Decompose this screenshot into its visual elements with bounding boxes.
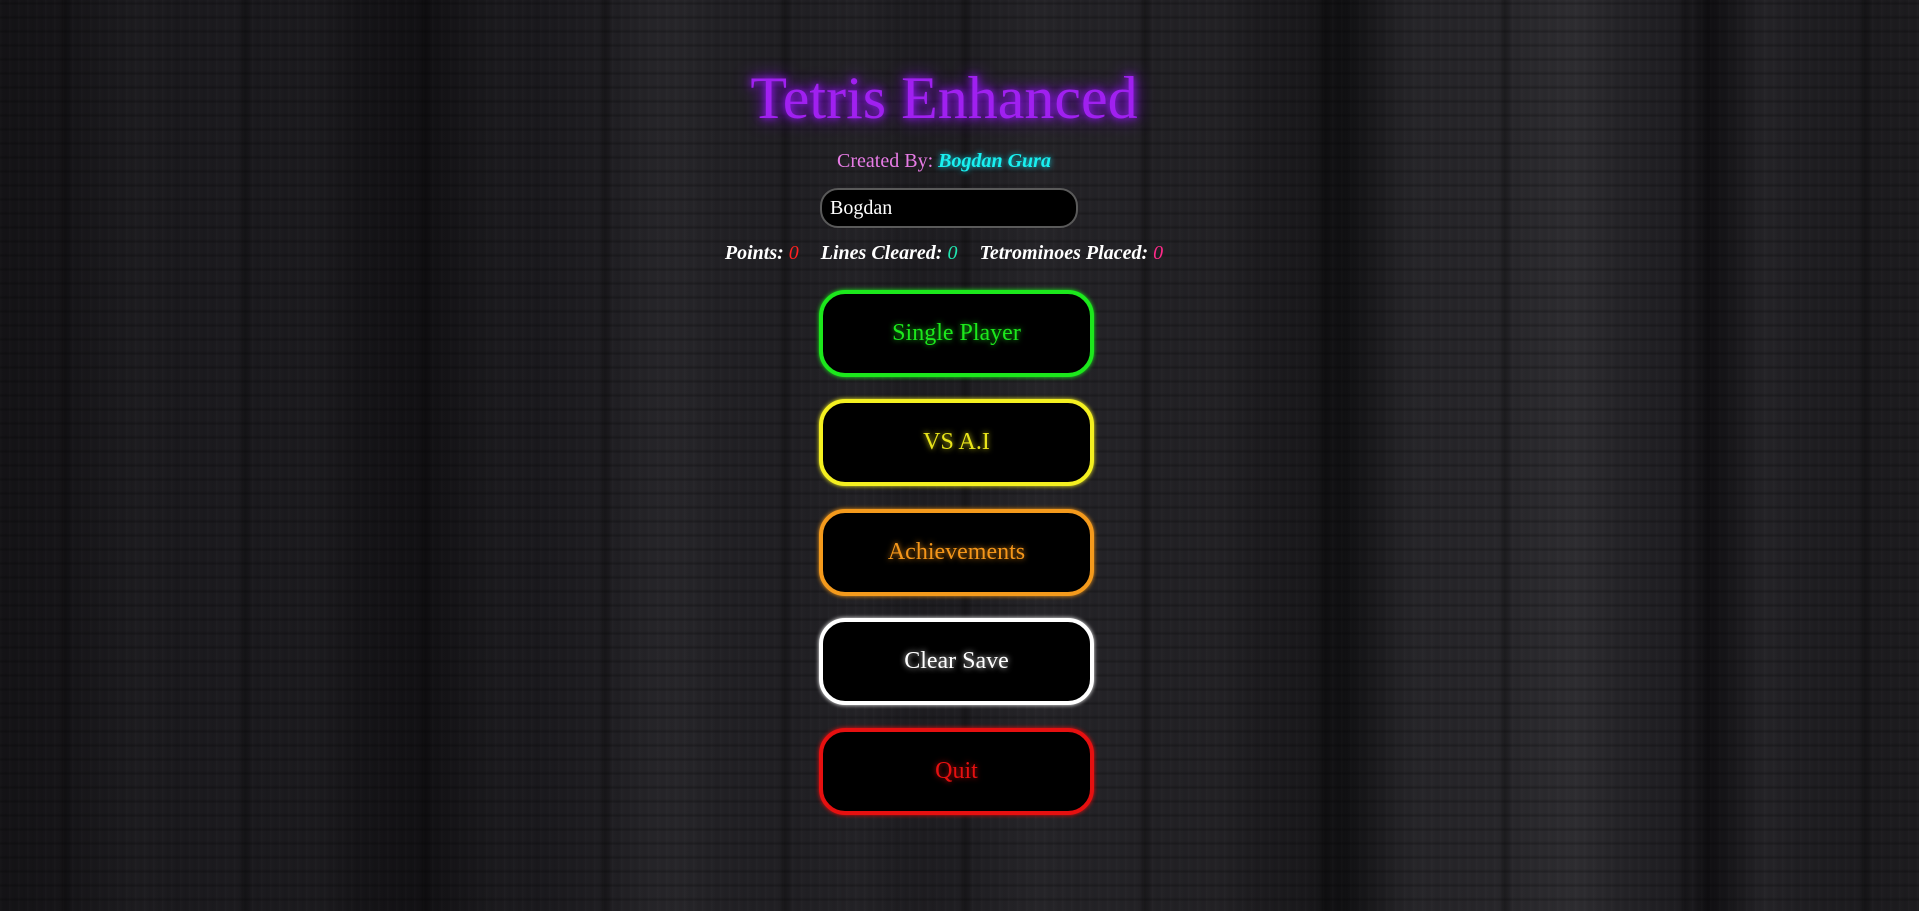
vs-ai-button[interactable]: VS A.I [819, 399, 1094, 486]
credit-label: Created By: [837, 150, 934, 172]
quit-button[interactable]: Quit [819, 728, 1094, 815]
credit-author: Bogdan Gura [938, 150, 1051, 172]
single-player-button[interactable]: Single Player [819, 290, 1094, 377]
points-label: Points: [724, 242, 784, 264]
lines-cleared-label: Lines Cleared: [820, 242, 943, 264]
tetrominoes-placed-label: Tetrominoes Placed: [979, 242, 1149, 264]
player-name-input[interactable] [820, 188, 1078, 228]
achievements-button[interactable]: Achievements [819, 509, 1094, 596]
tetrominoes-placed-value: 0 [1153, 242, 1164, 264]
lines-cleared-value: 0 [947, 242, 958, 264]
points-value: 0 [788, 242, 799, 264]
game-title: Tetris Enhanced [750, 65, 1138, 131]
stats-bar: Points: 0 Lines Cleared: 0 Tetrominoes P… [0, 242, 1888, 265]
clear-save-button[interactable]: Clear Save [819, 618, 1094, 705]
credit-line: Created By: Bogdan Gura [0, 150, 1888, 173]
